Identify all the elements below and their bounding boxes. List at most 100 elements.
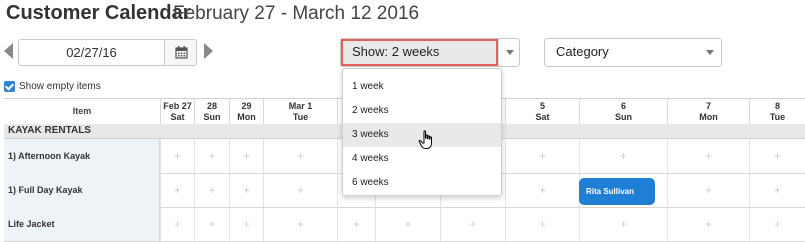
date-input[interactable]: 02/27/16 [18, 39, 165, 66]
add-icon[interactable]: + [506, 149, 579, 163]
date-column-header: Mar 1 Tue [263, 99, 337, 124]
add-icon[interactable]: + [161, 149, 194, 163]
column-day: Tue [769, 112, 786, 122]
triangle-left-icon[interactable] [4, 43, 13, 59]
add-icon[interactable]: + [506, 217, 579, 231]
add-icon[interactable]: + [161, 217, 194, 231]
column-day: Mon [699, 112, 718, 122]
add-icon[interactable]: + [195, 149, 229, 163]
triangle-right-icon[interactable] [204, 43, 213, 59]
add-icon[interactable]: + [230, 149, 263, 163]
page-title: Customer Calendar [6, 2, 191, 24]
calendar-cell[interactable]: + [337, 207, 375, 241]
date-column-header: 28 Sun [194, 99, 229, 124]
calendar-cell[interactable]: + [263, 173, 337, 207]
add-icon[interactable]: + [506, 183, 579, 197]
show-empty-label: Show empty items [19, 81, 101, 92]
column-day: Tue [292, 112, 309, 122]
column-date: 5 [539, 101, 545, 111]
column-date: 29 [241, 101, 252, 111]
calendar-cell[interactable]: + [579, 139, 667, 173]
calendar-cell[interactable]: + [749, 139, 805, 173]
table-row: Life Jacket + + + + + + + + + + + [4, 207, 805, 242]
calendar-cell[interactable]: + [440, 207, 505, 241]
row-label: Life Jacket [4, 207, 160, 241]
calendar-cell[interactable]: + [194, 139, 229, 173]
calendar-cell[interactable]: + [667, 207, 749, 241]
show-empty-checkbox[interactable] [4, 81, 15, 92]
menu-item-1-week[interactable]: 1 week [343, 75, 501, 99]
chevron-down-icon[interactable] [506, 50, 514, 55]
column-day: Sat [535, 112, 550, 122]
booking-chip[interactable]: Rita Sullivan [579, 178, 655, 205]
add-icon[interactable]: + [668, 217, 749, 231]
column-day: Sun [615, 112, 632, 122]
add-icon[interactable]: + [161, 183, 194, 197]
add-icon[interactable]: + [750, 149, 805, 163]
date-column-header: 7 Mon [667, 99, 749, 124]
show-period-label: Show: 2 weeks [352, 44, 440, 59]
add-icon[interactable]: + [230, 217, 263, 231]
date-column-header: 6 Sun [579, 99, 667, 124]
hand-cursor-icon [418, 130, 432, 149]
chevron-down-icon[interactable] [706, 50, 714, 55]
calendar-cell[interactable]: + [194, 173, 229, 207]
date-column-header: 8 Tue [749, 99, 805, 124]
date-column-header: 5 Sat [505, 99, 579, 124]
select-divider [498, 39, 499, 66]
calendar-cell[interactable]: + [194, 207, 229, 241]
add-icon[interactable]: + [668, 183, 749, 197]
column-date: 7 [705, 101, 711, 111]
calendar-cell[interactable]: + [160, 207, 194, 241]
add-icon[interactable]: + [195, 217, 229, 231]
add-icon[interactable]: + [376, 217, 440, 231]
add-icon[interactable]: + [750, 183, 805, 197]
add-icon[interactable]: + [441, 217, 505, 231]
calendar-cell[interactable]: + [749, 207, 805, 241]
calendar-cell[interactable]: + [160, 173, 194, 207]
category-label: Category [556, 44, 609, 59]
column-day: Sun [203, 112, 221, 122]
calendar-cell[interactable]: + [375, 207, 440, 241]
column-date: 28 [206, 101, 217, 111]
add-icon[interactable]: + [750, 217, 805, 231]
date-range: February 27 - March 12 2016 [173, 3, 420, 24]
add-icon[interactable]: + [580, 217, 667, 231]
menu-item-4-weeks[interactable]: 4 weeks [343, 147, 501, 171]
menu-item-6-weeks[interactable]: 6 weeks [343, 171, 501, 195]
calendar-cell[interactable]: + [667, 139, 749, 173]
calendar-cell[interactable]: + [505, 173, 579, 207]
row-label: 1) Afternoon Kayak [4, 139, 160, 173]
add-icon[interactable]: + [230, 183, 263, 197]
row-label: 1) Full Day Kayak [4, 173, 160, 207]
column-day: Sat [170, 112, 185, 122]
calendar-cell[interactable]: + [160, 139, 194, 173]
column-date: 6 [620, 101, 626, 111]
item-column-header: Item [72, 106, 92, 116]
add-icon[interactable]: + [668, 149, 749, 163]
section-label: KAYAK RENTALS [8, 125, 91, 136]
date-column-header: 29 Mon [229, 99, 263, 124]
add-icon[interactable]: + [338, 217, 375, 231]
calendar-cell[interactable]: + [505, 139, 579, 173]
column-day: Mon [237, 112, 256, 122]
calendar-cell[interactable]: + [263, 139, 337, 173]
calendar-cell[interactable]: + [229, 139, 263, 173]
calendar-cell[interactable]: + [229, 173, 263, 207]
calendar-cell[interactable]: + [505, 207, 579, 241]
calendar-cell[interactable]: + [667, 173, 749, 207]
add-icon[interactable]: + [580, 149, 667, 163]
date-column-header: Feb 27 Sat [160, 99, 194, 124]
calendar-cell[interactable]: + [229, 207, 263, 241]
column-date: Feb 27 [163, 101, 192, 111]
add-icon[interactable]: + [195, 183, 229, 197]
column-date: Mar 1 [288, 101, 313, 111]
calendar-cell[interactable]: + [749, 173, 805, 207]
calendar-cell[interactable]: + [263, 207, 337, 241]
calendar-button[interactable] [164, 39, 197, 66]
add-icon[interactable]: + [264, 183, 337, 197]
add-icon[interactable]: + [264, 149, 337, 163]
calendar-cell[interactable]: + [579, 207, 667, 241]
menu-item-2-weeks[interactable]: 2 weeks [343, 99, 501, 123]
add-icon[interactable]: + [264, 217, 337, 231]
